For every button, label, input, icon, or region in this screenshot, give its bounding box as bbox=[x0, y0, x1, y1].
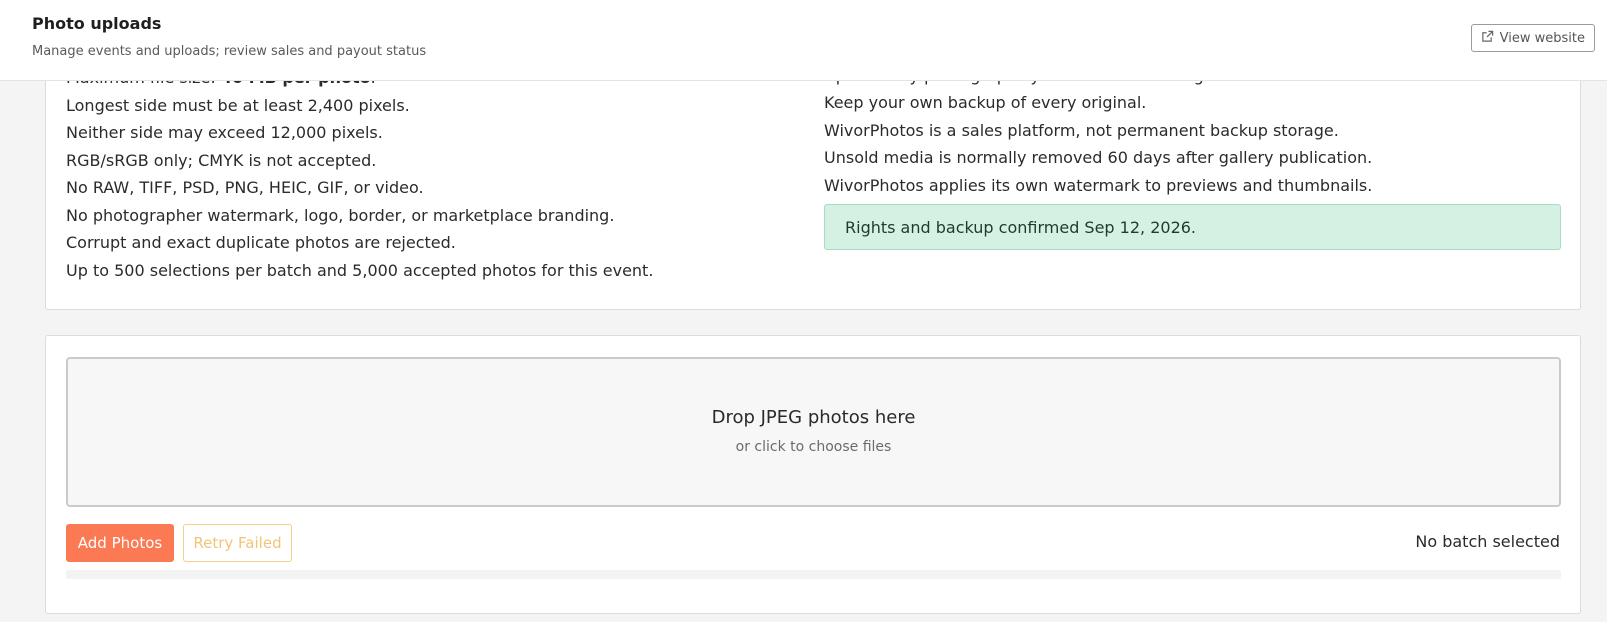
rights-note: WivorPhotos is a sales platform, not per… bbox=[824, 121, 1339, 140]
page: Maximum file size: 40 MB per photo. Long… bbox=[0, 0, 1607, 622]
view-website-label: View website bbox=[1499, 30, 1585, 46]
requirement-item: Up to 500 selections per batch and 5,000… bbox=[66, 261, 654, 280]
rights-note: WivorPhotos applies its own watermark to… bbox=[824, 176, 1373, 195]
photo-dropzone[interactable]: Drop JPEG photos here or click to choose… bbox=[66, 357, 1561, 507]
page-subtitle: Manage events and uploads; review sales … bbox=[32, 44, 427, 59]
upload-progress-bar bbox=[66, 570, 1561, 579]
requirement-item: RGB/sRGB only; CMYK is not accepted. bbox=[66, 151, 377, 170]
batch-status: No batch selected bbox=[1415, 532, 1560, 551]
retry-failed-button[interactable]: Retry Failed bbox=[183, 524, 292, 562]
view-website-button[interactable]: View website bbox=[1470, 24, 1595, 52]
requirement-item: Longest side must be at least 2,400 pixe… bbox=[66, 96, 410, 115]
add-photos-button[interactable]: Add Photos bbox=[66, 524, 174, 562]
requirement-item: No RAW, TIFF, PSD, PNG, HEIC, GIF, or vi… bbox=[66, 178, 424, 197]
rights-note: Keep your own backup of every original. bbox=[824, 93, 1147, 112]
page-title: Photo uploads bbox=[32, 14, 162, 33]
requirement-item: No photographer watermark, logo, border,… bbox=[66, 206, 615, 225]
dropzone-subtitle: or click to choose files bbox=[735, 439, 892, 455]
requirement-item: Corrupt and exact duplicate photos are r… bbox=[66, 233, 456, 252]
dropzone-title: Drop JPEG photos here bbox=[711, 407, 916, 428]
rights-note: Unsold media is normally removed 60 days… bbox=[824, 148, 1373, 167]
requirement-item: Neither side may exceed 12,000 pixels. bbox=[66, 123, 383, 142]
confirmation-text: Rights and backup confirmed Sep 12, 2026… bbox=[845, 217, 1197, 237]
rights-confirmation-banner: Rights and backup confirmed Sep 12, 2026… bbox=[824, 204, 1561, 250]
page-header: Photo uploads Manage events and uploads;… bbox=[0, 0, 1607, 81]
upload-card: Drop JPEG photos here or click to choose… bbox=[45, 335, 1581, 614]
external-link-icon bbox=[1481, 30, 1494, 47]
